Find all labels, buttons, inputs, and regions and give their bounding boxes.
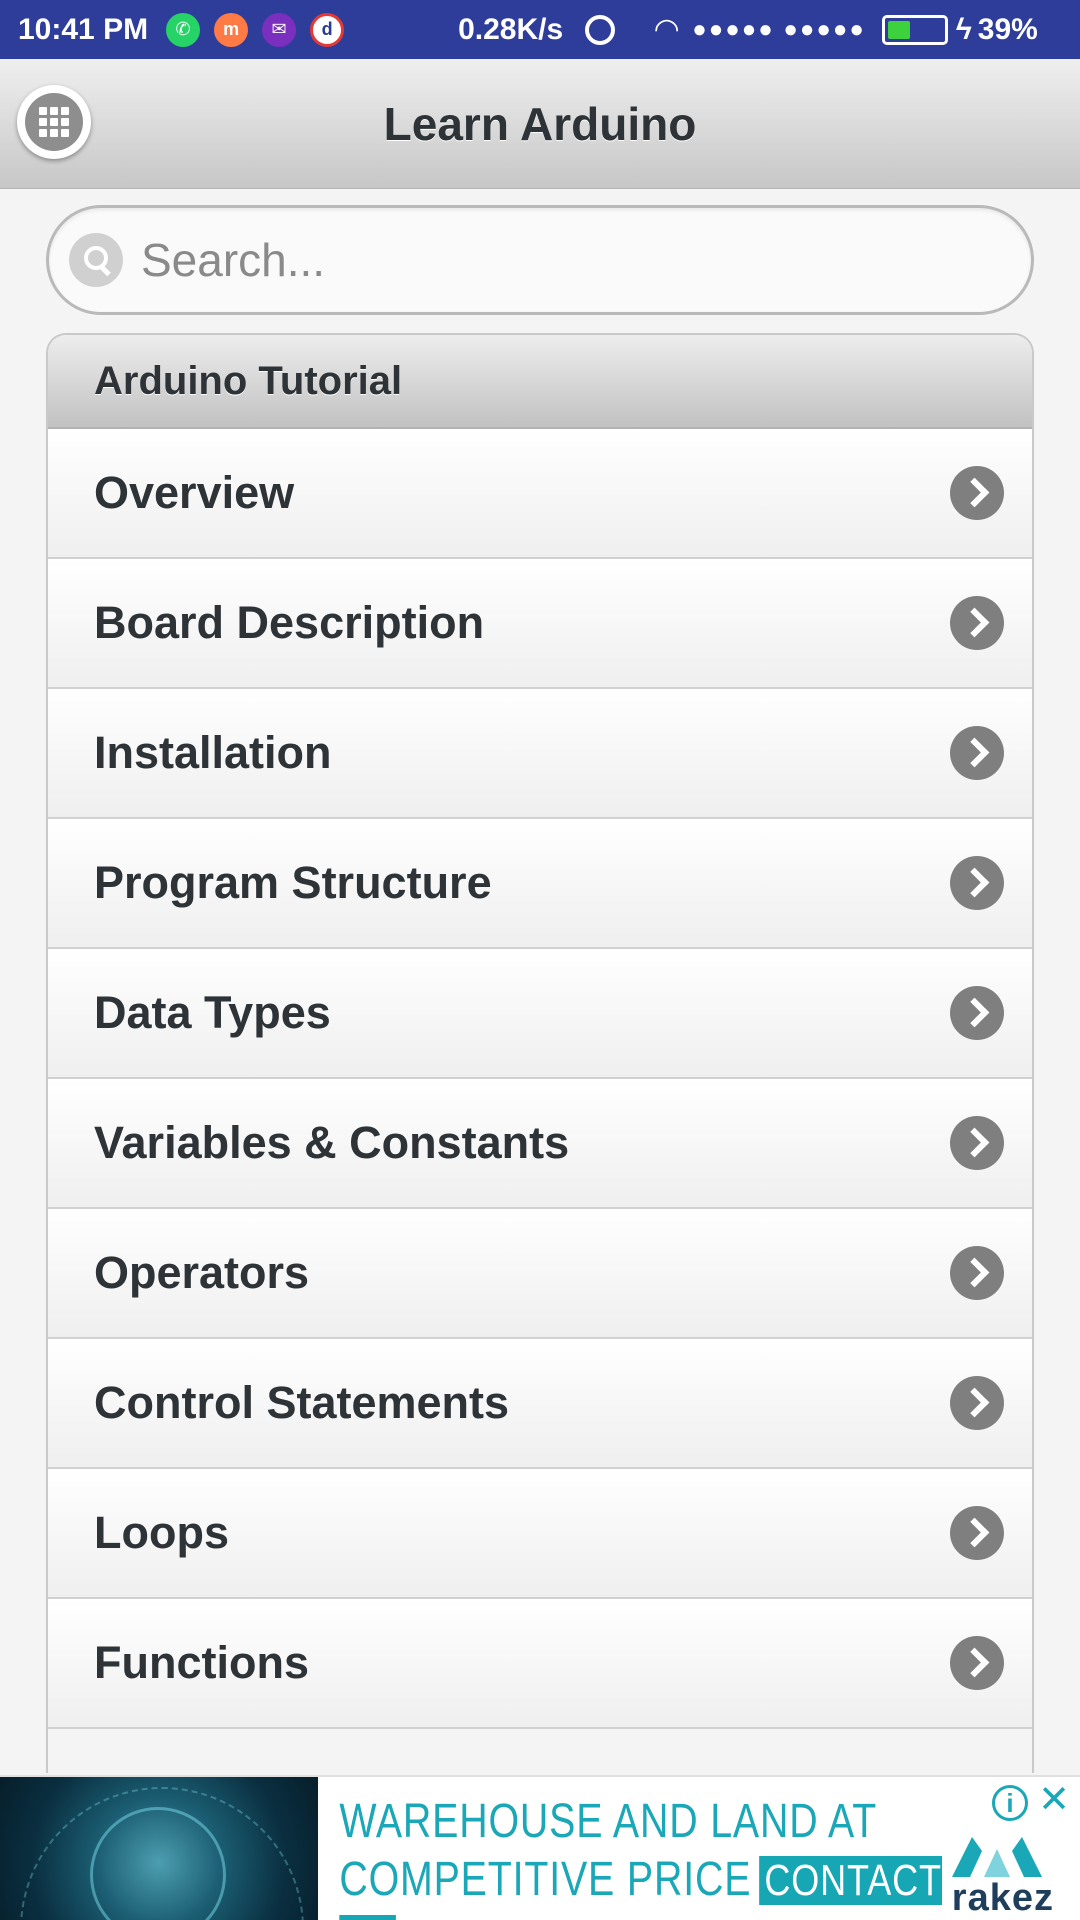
ad-text[interactable]: WAREHOUSE AND LAND AT COMPETITIVE PRICE C… [318,1777,943,1920]
ad-brand-name: rakez [951,1877,1054,1919]
list-item-label: Variables & Constants [94,1117,570,1168]
list-item[interactable]: Installation [48,689,1032,819]
list-item[interactable]: Loops [48,1469,1032,1599]
page-title: Learn Arduino [383,98,697,150]
list-item-label: Board Description [94,597,485,648]
alarm-icon [585,14,616,45]
rakez-logo-icon [952,1837,1042,1877]
network-speed: 0.28K/s [458,12,564,46]
ad-line-2-text: COMPETITIVE PRICE [339,1853,752,1906]
chevron-right-icon [950,1116,1004,1170]
whatsapp-icon: ✆ [166,12,201,47]
chevron-right-icon [950,1246,1004,1300]
battery-icon [881,14,948,45]
chevron-right-icon [950,726,1004,780]
list-item[interactable]: Overview [48,429,1032,559]
signal-dots-icon: ●●●●● ●●●●● [692,15,866,43]
shop-icon: m [214,12,249,47]
list-item-label: Control Statements [94,1377,510,1428]
search-icon [69,233,123,287]
charging-icon: ϟ [955,12,972,46]
ad-line-2: COMPETITIVE PRICECONTACT US [339,1851,943,1920]
list-item-label: Loops [94,1507,229,1558]
ad-info-icon[interactable]: i [992,1785,1028,1821]
search-input[interactable] [141,233,1001,287]
chevron-right-icon [950,986,1004,1040]
ad-image[interactable] [0,1777,318,1920]
chevron-right-icon [950,1376,1004,1430]
list-item[interactable]: Program Structure [48,819,1032,949]
ad-close-icon[interactable]: ✕ [1038,1781,1070,1819]
list-item-label: Program Structure [94,857,492,908]
list-item[interactable]: Functions [48,1599,1032,1729]
chevron-right-icon [950,466,1004,520]
ad-line-1: WAREHOUSE AND LAND AT [339,1795,878,1848]
wifi-icon: ◠ [655,13,679,46]
chevron-right-icon [950,1506,1004,1560]
chevron-right-icon [950,596,1004,650]
mail-icon: ✉ [262,12,297,47]
status-time: 10:41 PM [18,12,149,46]
list-item[interactable]: Operators [48,1209,1032,1339]
ad-banner[interactable]: WAREHOUSE AND LAND AT COMPETITIVE PRICE C… [0,1775,1080,1920]
chevron-right-icon [950,1636,1004,1690]
app-header: Learn Arduino [0,59,1080,189]
battery-percent: 39% [977,12,1038,46]
list-item-label: Data Types [94,987,331,1038]
list-item[interactable]: Data Types [48,949,1032,1079]
status-bar: 10:41 PM ✆ m ✉ d 0.28K/s ◠ ●●●●● ●●●●● ϟ… [0,0,1080,59]
list-item-label: Operators [94,1247,310,1298]
d-app-icon: d [310,12,345,47]
list-item-label: Installation [94,727,332,778]
search-bar[interactable] [46,205,1034,315]
list-item[interactable]: Variables & Constants [48,1079,1032,1209]
list-item[interactable]: Board Description [48,559,1032,689]
list-header: Arduino Tutorial [48,335,1032,429]
list-item-label: Overview [94,467,295,518]
chevron-right-icon [950,856,1004,910]
tutorial-list: Arduino Tutorial Overview Board Descripti… [46,333,1034,1773]
list-item[interactable]: Control Statements [48,1339,1032,1469]
list-item-label: Functions [94,1637,309,1688]
